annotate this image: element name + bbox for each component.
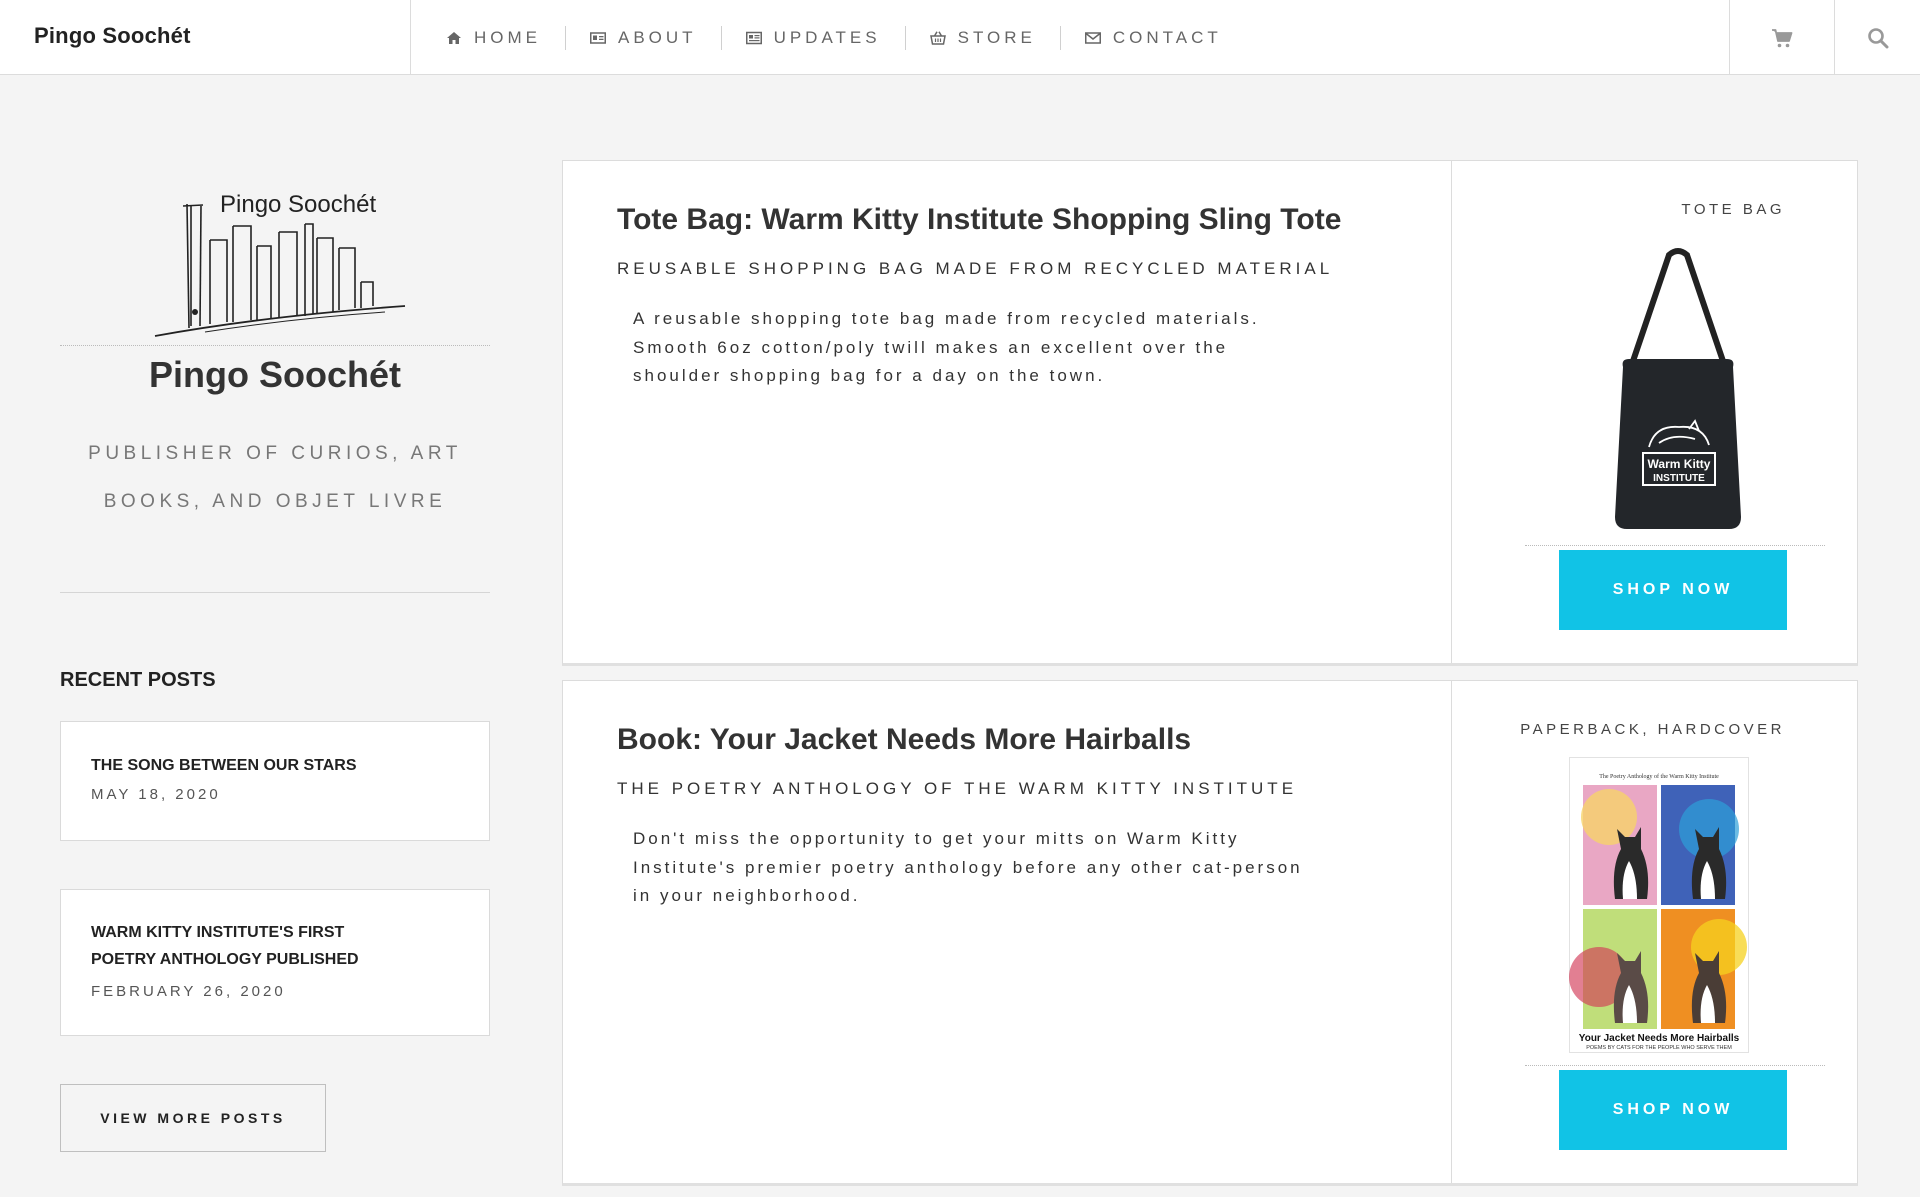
nav-item-label: STORE — [957, 27, 1036, 47]
nav-item-updates[interactable]: UPDATES — [745, 27, 881, 48]
svg-text:INSTITUTE: INSTITUTE — [1653, 473, 1705, 484]
product-card: Book: Your Jacket Needs More Hairballs T… — [562, 680, 1858, 1186]
product-subtitle: THE POETRY ANTHOLOGY OF THE WARM KITTY I… — [617, 779, 1298, 798]
sidebar-divider — [60, 592, 490, 593]
brand-name[interactable]: Pingo Soochét — [34, 0, 191, 75]
recent-post-card[interactable]: THE SONG BETWEEN OUR STARS MAY 18, 2020 — [60, 721, 490, 841]
nav-item-store[interactable]: STORE — [929, 27, 1036, 48]
site-title: Pingo Soochét — [149, 354, 401, 395]
post-title[interactable]: THE SONG BETWEEN OUR STARS — [91, 752, 459, 779]
newspaper-icon — [745, 31, 762, 44]
svg-text:Warm Kitty: Warm Kitty — [1648, 457, 1711, 471]
shop-now-button[interactable]: SHOP NOW — [1559, 550, 1787, 630]
nav-item-home[interactable]: HOME — [446, 28, 541, 48]
search-icon — [1867, 27, 1888, 48]
svg-text:The Poetry Anthology of the Wa: The Poetry Anthology of the Warm Kitty I… — [1599, 773, 1719, 780]
tote-bag-image[interactable]: Warm Kitty INSTITUTE — [1603, 247, 1753, 537]
book-cover-image[interactable]: The Poetry Anthology of the Warm Kitty I… — [1569, 757, 1749, 1053]
logo-divider — [60, 345, 490, 346]
product-type-tag: PAPERBACK, HARDCOVER — [1520, 721, 1785, 738]
cart-button[interactable] — [1730, 0, 1834, 75]
site-tagline: PUBLISHER OF CURIOS, ART BOOKS, AND OBJE… — [88, 443, 462, 512]
product-description: Don't miss the opportunity to get your m… — [633, 829, 1303, 905]
basket-icon — [929, 30, 946, 45]
svg-text:POEMS BY CATS FOR THE PEOPLE W: POEMS BY CATS FOR THE PEOPLE WHO SERVE T… — [1586, 1045, 1732, 1051]
nav-item-label: ABOUT — [618, 27, 697, 47]
nav-item-label: UPDATES — [773, 27, 881, 47]
post-date: FEBRUARY 26, 2020 — [91, 983, 286, 1000]
nav-divider — [410, 0, 411, 75]
home-icon — [447, 31, 461, 44]
logo-text: Pingo Soochét — [220, 191, 376, 218]
main-menu: HOME ABOUT UPDATES STORE CONTACT — [446, 0, 1222, 75]
id-card-icon — [590, 31, 606, 44]
product-type-tag: TOTE BAG — [1681, 201, 1785, 218]
product-title[interactable]: Book: Your Jacket Needs More Hairballs — [617, 723, 1191, 757]
envelope-icon — [1084, 31, 1101, 44]
top-navbar: Pingo Soochét HOME ABOUT UPDATES STORE C… — [0, 0, 1920, 75]
svg-text:Your Jacket Needs More Hairbal: Your Jacket Needs More Hairballs — [1579, 1033, 1740, 1044]
product-subtitle: REUSABLE SHOPPING BAG MADE FROM RECYCLED… — [617, 259, 1334, 278]
cart-icon — [1772, 28, 1793, 47]
post-title[interactable]: WARM KITTY INSTITUTE'S FIRST POETRY ANTH… — [91, 919, 459, 973]
site-logo[interactable]: Pingo Soochét — [145, 186, 445, 338]
product-card: Tote Bag: Warm Kitty Institute Shopping … — [562, 160, 1858, 666]
product-title[interactable]: Tote Bag: Warm Kitty Institute Shopping … — [617, 203, 1341, 237]
nav-item-label: HOME — [474, 27, 541, 47]
nav-item-about[interactable]: ABOUT — [590, 28, 697, 48]
recent-post-card[interactable]: WARM KITTY INSTITUTE'S FIRST POETRY ANTH… — [60, 889, 490, 1036]
shop-now-button[interactable]: SHOP NOW — [1559, 1070, 1787, 1150]
search-button[interactable] — [1835, 0, 1920, 75]
post-date: MAY 18, 2020 — [91, 786, 221, 803]
recent-posts-heading: RECENT POSTS — [60, 669, 216, 691]
nav-item-label: CONTACT — [1112, 27, 1222, 47]
product-description: A reusable shopping tote bag made from r… — [633, 309, 1260, 385]
nav-item-contact[interactable]: CONTACT — [1084, 27, 1222, 48]
view-more-posts-button[interactable]: VIEW MORE POSTS — [60, 1084, 326, 1152]
